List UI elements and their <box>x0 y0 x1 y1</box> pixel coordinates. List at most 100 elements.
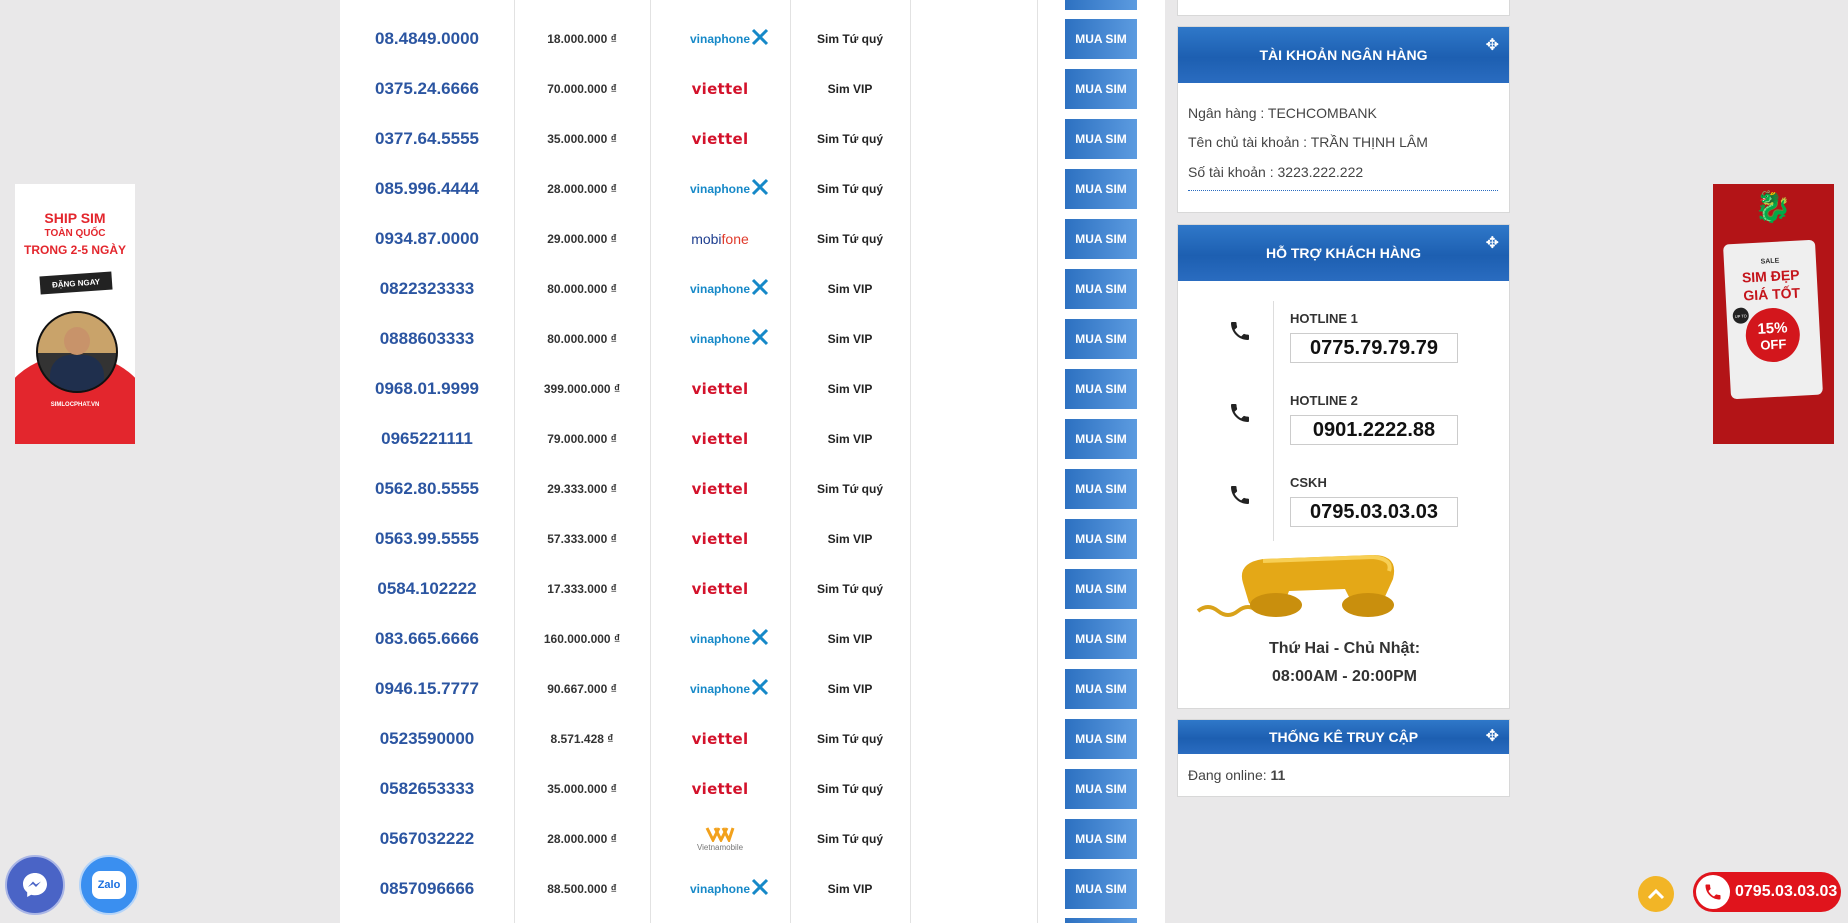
sim-type: Sim VIP <box>827 382 873 396</box>
sim-number[interactable]: 0582653333 <box>340 764 514 814</box>
viettel-logo: viettel <box>691 380 749 398</box>
sim-row: 0857096666 88.500.000 ₫ vinaphone Sim VIP MU… <box>340 864 1165 914</box>
zalo-icon: Zalo <box>92 871 126 899</box>
buy-sim-button[interactable]: MUA SIM <box>1065 269 1137 309</box>
vinaphone-wordmark: vinaphone <box>689 182 750 196</box>
sim-number[interactable]: 0888603333 <box>340 314 514 364</box>
bank-box-header: TÀI KHOẢN NGÂN HÀNG ✥ <box>1178 27 1509 83</box>
dragon-icon: 🐉 <box>1754 191 1792 224</box>
sim-number[interactable]: 0946.15.7777 <box>340 664 514 714</box>
buy-sim-button[interactable]: MUA SIM <box>1065 69 1137 109</box>
sim-type: Sim Tứ quý <box>816 182 884 196</box>
buy-sim-button[interactable]: MUA SIM <box>1065 419 1137 459</box>
sim-number[interactable]: 08.4849.0000 <box>340 14 514 64</box>
vietnamobile-mark-icon <box>705 827 735 842</box>
viettel-logo: viettel <box>691 730 749 748</box>
vinaphone-logo: vinaphone <box>690 28 769 46</box>
buy-sim-button[interactable]: MUA SIM <box>1065 719 1137 759</box>
sim-price: 79.000.000 ₫ <box>547 432 617 446</box>
sim-sale-banner[interactable]: 🐉 SALE SIM ĐẸP GIÁ TỐT 15% OFF UP TO <box>1713 184 1834 444</box>
sim-number[interactable]: 0822323333 <box>340 264 514 314</box>
sim-number[interactable]: 0377.64.5555 <box>340 114 514 164</box>
sim-number[interactable]: 0375.24.6666 <box>340 64 514 114</box>
phone-icon <box>1231 486 1249 504</box>
scroll-top-button[interactable] <box>1638 876 1674 912</box>
move-icon[interactable]: ✥ <box>1486 233 1499 253</box>
support-hours-time: 08:00AM - 20:00PM <box>1272 668 1417 685</box>
support-hours-days: Thứ Hai - Chủ Nhật: <box>1268 640 1421 657</box>
buy-sim-button[interactable]: MUA SIM <box>1065 669 1137 709</box>
sim-row: 0968.01.9999 399.000.000 ₫ viettel Sim VIP M… <box>340 364 1165 414</box>
sim-number[interactable]: 0523590000 <box>340 714 514 764</box>
buy-sim-button[interactable]: MUA SIM <box>1065 369 1137 409</box>
network-logo: mobifone <box>650 214 790 264</box>
sim-row: 0584.102222 17.333.000 ₫ viettel Sim Tứ quý… <box>340 564 1165 614</box>
network-logo: viettel <box>650 764 790 814</box>
sim-number[interactable]: 0562.80.5555 <box>340 464 514 514</box>
buy-sim-button[interactable]: MUA SIM <box>1065 569 1137 609</box>
buy-sim-button[interactable]: MUA SIM <box>1065 769 1137 809</box>
banner-line1: SHIP SIM <box>44 210 106 226</box>
buy-button-partial[interactable] <box>1065 918 1137 923</box>
sim-price: 18.000.000 ₫ <box>547 32 617 46</box>
messenger-button[interactable] <box>5 855 65 915</box>
buy-sim-button[interactable]: MUA SIM <box>1065 819 1137 859</box>
sim-price: 57.333.000 ₫ <box>547 532 617 546</box>
banner-footer: SIMLOCPHAT.VN <box>50 402 100 408</box>
sim-price: 160.000.000 ₫ <box>543 632 621 646</box>
sim-number[interactable]: 085.996.4444 <box>340 164 514 214</box>
bank-name: Ngân hàng : TECHCOMBANK <box>1188 105 1377 121</box>
sim-row: 0377.64.5555 35.000.000 ₫ viettel Sim Tứ qu… <box>340 114 1165 164</box>
sim-type: Sim Tứ quý <box>816 232 884 246</box>
hotline-number[interactable]: 0901.2222.88 <box>1290 415 1458 445</box>
buy-sim-button[interactable]: MUA SIM <box>1065 169 1137 209</box>
move-icon[interactable]: ✥ <box>1486 35 1499 55</box>
buy-sim-button[interactable]: MUA SIM <box>1065 869 1137 909</box>
sale-line2: GIÁ TỐT <box>1742 284 1801 304</box>
sim-price: 70.000.000 ₫ <box>547 82 617 96</box>
sim-price: 29.000.000 ₫ <box>547 232 617 246</box>
sim-type: Sim VIP <box>827 82 873 96</box>
sim-price: 80.000.000 ₫ <box>547 282 617 296</box>
sim-price: 88.500.000 ₫ <box>547 882 617 896</box>
buy-sim-button[interactable]: MUA SIM <box>1065 469 1137 509</box>
buy-sim-button[interactable]: MUA SIM <box>1065 519 1137 559</box>
viettel-logo: viettel <box>691 80 749 98</box>
sim-number[interactable]: 0567032222 <box>340 814 514 864</box>
sim-number[interactable]: 0857096666 <box>340 864 514 914</box>
phone-icon <box>1705 884 1721 900</box>
telephone-receiver-image <box>1196 554 1395 617</box>
sim-number[interactable]: 0563.99.5555 <box>340 514 514 564</box>
move-icon[interactable]: ✥ <box>1486 726 1499 746</box>
call-now-button[interactable]: 0795.03.03.03 <box>1693 872 1841 912</box>
vinaphone-wordmark: vinaphone <box>689 882 750 896</box>
sim-number[interactable]: 0965221111 <box>340 414 514 464</box>
sim-number[interactable]: 0968.01.9999 <box>340 364 514 414</box>
vinaphone-logo: vinaphone <box>689 878 769 896</box>
sim-price: 399.000.000 ₫ <box>543 382 621 396</box>
sim-number[interactable]: 083.665.6666 <box>340 614 514 664</box>
vinaphone-logo: vinaphone <box>690 678 769 696</box>
hotline-number[interactable]: 0795.03.03.03 <box>1290 497 1458 527</box>
sim-type: Sim VIP <box>827 632 873 646</box>
sim-row: 0375.24.6666 70.000.000 ₫ viettel Sim VIP MU… <box>340 64 1165 114</box>
vinaphone-wordmark: vinaphone <box>689 332 750 346</box>
buy-button-partial[interactable] <box>1065 0 1137 10</box>
sim-number[interactable]: 0934.87.0000 <box>340 214 514 264</box>
call-icon-wrap <box>1696 875 1730 909</box>
hotline-number[interactable]: 0775.79.79.79 <box>1290 333 1458 363</box>
sim-row: 0888603333 80.000.000 ₫ vinaphone Sim VIP MU… <box>340 314 1165 364</box>
buy-sim-button[interactable]: MUA SIM <box>1065 19 1137 59</box>
buy-sim-button[interactable]: MUA SIM <box>1065 619 1137 659</box>
network-logo: viettel <box>650 564 790 614</box>
sim-price: 35.000.000 ₫ <box>547 132 617 146</box>
ship-sim-banner[interactable]: SHIP SIM TOÀN QUỐC TRONG 2-5 NGÀY ĐẶNG N… <box>15 184 135 444</box>
support-box-header: HỖ TRỢ KHÁCH HÀNG ✥ <box>1178 225 1509 281</box>
sim-number[interactable]: 0584.102222 <box>340 564 514 614</box>
online-count: 11 <box>1270 767 1286 783</box>
zalo-button[interactable]: Zalo <box>79 855 139 915</box>
buy-sim-button[interactable]: MUA SIM <box>1065 119 1137 159</box>
vinaphone-logo: vinaphone <box>690 278 769 296</box>
buy-sim-button[interactable]: MUA SIM <box>1065 319 1137 359</box>
buy-sim-button[interactable]: MUA SIM <box>1065 219 1137 259</box>
